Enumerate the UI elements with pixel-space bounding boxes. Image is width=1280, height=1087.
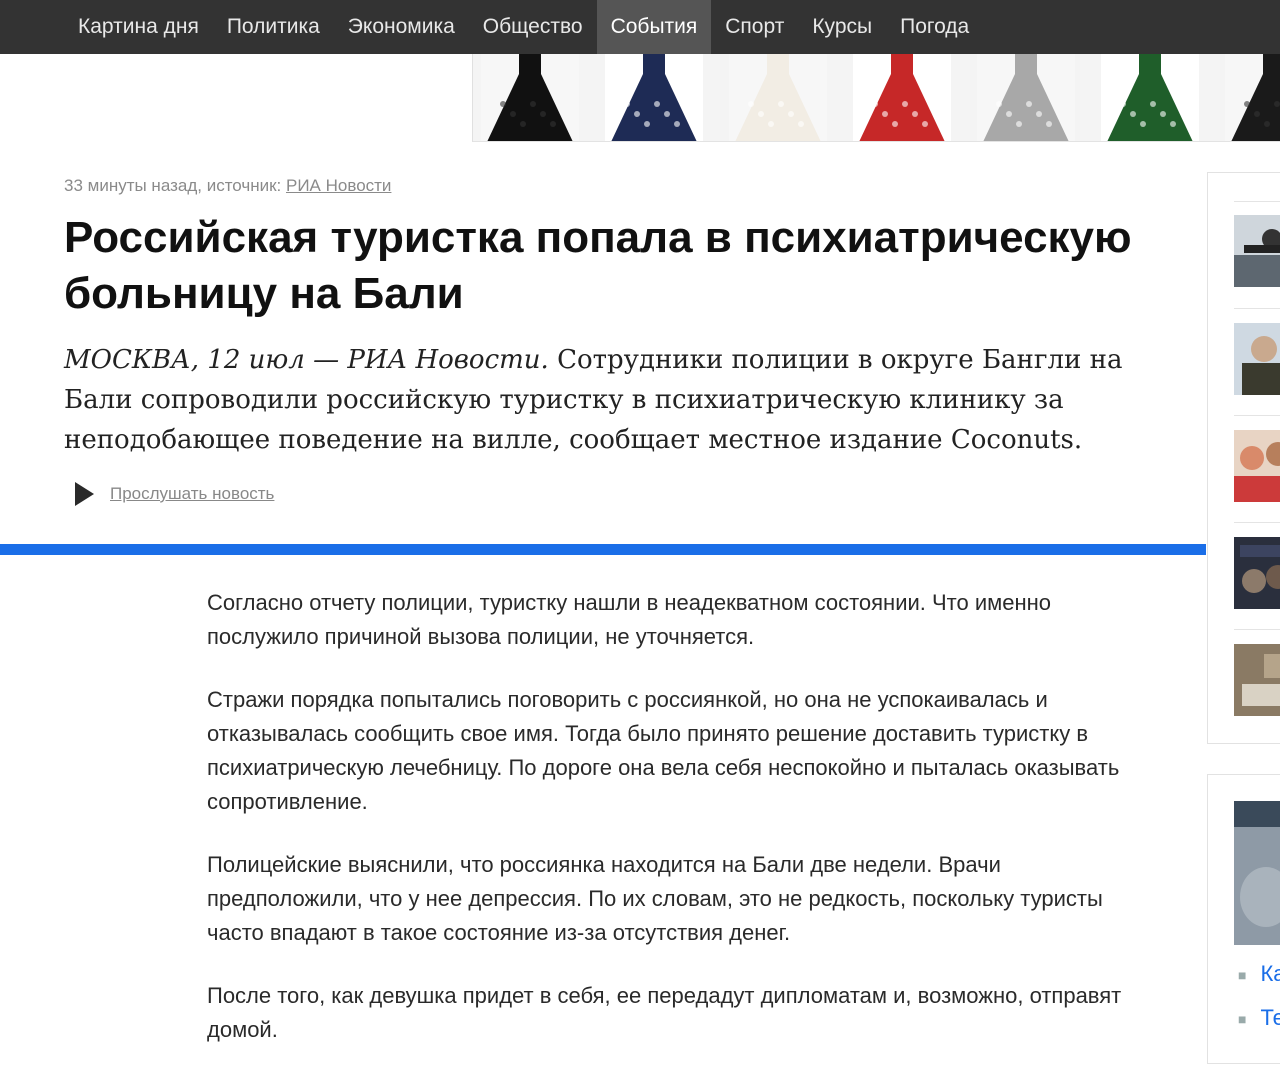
news-thumbnail-image (1234, 323, 1280, 395)
nav-item-society[interactable]: Общество (469, 0, 597, 54)
dress-image (853, 54, 951, 141)
nav-item-weather[interactable]: Погода (886, 0, 983, 54)
ad-dress-item[interactable] (977, 54, 1075, 141)
dress-image (605, 54, 703, 141)
ad-dress-item[interactable] (1101, 54, 1199, 141)
article-title: Российская туристка попала в психиатриче… (64, 213, 1132, 318)
ad-dress-item[interactable] (853, 54, 951, 141)
ad-dress-item[interactable] (1225, 54, 1280, 141)
article-paragraph: Полицейские выяснили, что россиянка нахо… (207, 852, 1103, 945)
source-link[interactable]: РИА Новости (286, 176, 391, 195)
news-thumbnail-image (1234, 430, 1280, 502)
news-thumbnail-image (1234, 215, 1280, 287)
article-lead: МОСКВА, 12 июл — РИА Новости. Сотрудники… (64, 340, 1194, 460)
sidebar-related-news (1207, 172, 1280, 744)
article-paragraph: После того, как девушка придет в себя, е… (207, 983, 1122, 1042)
dress-image (481, 54, 579, 141)
bullet-icon: ■ (1238, 1011, 1247, 1028)
sidebar-separator (1234, 201, 1280, 202)
ad-dress-item[interactable] (729, 54, 827, 141)
sidebar-separator (1234, 415, 1280, 416)
sidebar-featured-image[interactable] (1234, 801, 1280, 945)
article-meta: 33 минуты назад, источник: РИА Новости (64, 176, 391, 196)
ad-faded-text (320, 58, 470, 138)
nav-item-picture-of-day[interactable]: Картина дня (64, 0, 213, 54)
ad-banner[interactable] (472, 54, 1280, 142)
bullet-icon: ■ (1238, 967, 1247, 984)
dress-image (977, 54, 1075, 141)
sidebar-link-text: Ка (1260, 961, 1280, 986)
article-body: Согласно отчету полиции, туристку нашли … (207, 586, 1152, 1076)
section-divider (0, 544, 1206, 555)
sidebar-thumbnail[interactable] (1234, 644, 1280, 716)
article-paragraph: Согласно отчету полиции, туристку нашли … (207, 590, 1052, 649)
sidebar-link-text: Те (1260, 1005, 1280, 1030)
nav-item-economy[interactable]: Экономика (334, 0, 469, 54)
sidebar-thumbnail[interactable] (1234, 323, 1280, 395)
top-navigation: Картина дня Политика Экономика Общество … (0, 0, 1280, 54)
ad-dress-item[interactable] (605, 54, 703, 141)
ad-dress-item[interactable] (481, 54, 579, 141)
sidebar-link[interactable]: ■ Ка (1238, 961, 1280, 987)
nav-item-rates[interactable]: Курсы (798, 0, 886, 54)
article-paragraph: Стражи порядка попытались поговорить с р… (207, 687, 1120, 814)
sidebar-separator (1234, 629, 1280, 630)
lead-dateline: МОСКВА, 12 июл — РИА Новости. (64, 345, 549, 375)
play-icon (75, 482, 94, 506)
sidebar-thumbnail[interactable] (1234, 537, 1280, 609)
sidebar-link[interactable]: ■ Те (1238, 1005, 1280, 1031)
dress-image (1101, 54, 1199, 141)
dress-image (729, 54, 827, 141)
sidebar-thumbnail[interactable] (1234, 430, 1280, 502)
sidebar-block: ■ Ка ■ Те (1207, 774, 1280, 1064)
sidebar-separator (1234, 522, 1280, 523)
nav-item-sport[interactable]: Спорт (711, 0, 798, 54)
listen-news-button[interactable]: Прослушать новость (72, 480, 274, 508)
sidebar-separator (1234, 308, 1280, 309)
news-thumbnail-image (1234, 644, 1280, 716)
nav-item-politics[interactable]: Политика (213, 0, 334, 54)
dress-image (1225, 54, 1280, 141)
nav-item-events[interactable]: События (596, 0, 712, 54)
news-thumbnail-image (1234, 537, 1280, 609)
listen-news-label: Прослушать новость (110, 484, 275, 503)
article-time-source: 33 минуты назад, источник: (64, 176, 286, 195)
featured-image (1234, 801, 1280, 945)
sidebar-thumbnail[interactable] (1234, 215, 1280, 287)
